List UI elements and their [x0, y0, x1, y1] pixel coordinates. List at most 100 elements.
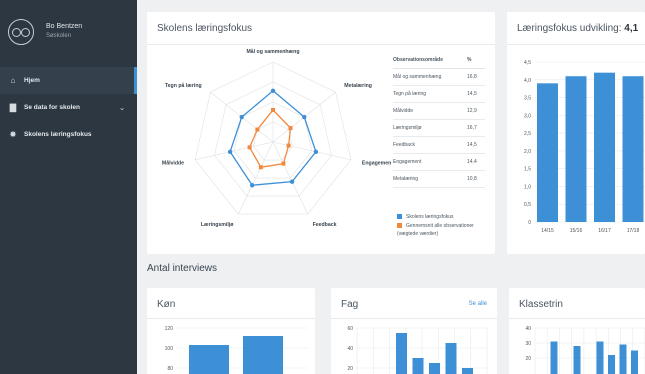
y-tick-label: 20 [525, 356, 531, 362]
table-row: Læringsmiljø 16,7 [393, 119, 485, 137]
nav-item-school-data[interactable]: ▇ Se data for skolen ⌄ [0, 94, 137, 121]
radar-point [255, 127, 260, 132]
table-cell: 10,8 [467, 170, 485, 188]
radar-chart: Mål og sammenhæng Metalæring Engagement Fee… [162, 48, 391, 228]
home-icon: ⌂ [10, 76, 16, 85]
legend-label: Gennemsnit alle observationer [406, 222, 474, 229]
bar [596, 341, 604, 374]
radar-axis-label: Engagement [362, 160, 391, 166]
bar [565, 76, 587, 222]
x-tick-label: 14/15 [541, 228, 554, 234]
see-all-link[interactable]: Se alle [469, 301, 487, 307]
nav-item-label: Skolens læringsfokus [24, 131, 92, 138]
table-cell: 14,5 [467, 85, 485, 103]
table-row: Feedback 14,5 [393, 136, 485, 154]
x-tick-label: 17/18 [627, 228, 640, 234]
table-cell: 16,7 [467, 119, 485, 137]
development-value: 4,1 [624, 23, 639, 34]
bar [243, 336, 283, 374]
y-tick-label: 60 [347, 326, 353, 332]
y-tick-label: 0,5 [524, 202, 531, 208]
y-tick-label: 2,5 [524, 131, 531, 137]
profile[interactable]: Bo Bentzen Søskolen [0, 0, 137, 52]
radar-point [281, 161, 286, 166]
table-row: Tegn på læring 14,5 [393, 85, 485, 103]
table-row: Metalæring 10,8 [393, 170, 485, 188]
chevron-down-icon: ⌄ [119, 104, 125, 112]
legend-swatch [397, 223, 402, 228]
grade-card-title: Klassetrin [519, 299, 563, 310]
bar [412, 358, 424, 374]
table-row: Mål og sammenhæng 16,8 [393, 68, 485, 86]
y-tick-label: 2,0 [524, 149, 531, 155]
nav-item-home[interactable]: ⌂ Hjem [0, 67, 137, 94]
legend-swatch [397, 214, 402, 219]
radar-point [286, 143, 291, 148]
gender-card: Køn 80 100 120 [147, 288, 315, 374]
compass-icon: ✵ [9, 130, 17, 139]
bar [619, 344, 627, 374]
table-row: Målvidde 12,9 [393, 102, 485, 120]
radar-point [313, 149, 319, 154]
bar-chart-icon: ▇ [9, 103, 17, 112]
bar [396, 333, 407, 374]
table-cell: 14,5 [467, 136, 485, 154]
table-cell: Målvidde [393, 102, 467, 120]
y-tick-label: 20 [347, 366, 353, 372]
y-tick-label: 100 [165, 346, 174, 352]
bar [573, 346, 581, 374]
y-tick-label: 0 [528, 220, 531, 226]
section-title: Antal interviews [147, 263, 218, 274]
table-cell: Metalæring [393, 170, 467, 188]
radar-point [227, 149, 233, 154]
bar [631, 350, 638, 374]
radar-axis-label: Mål og sammenhæng [246, 48, 299, 55]
radar-axis-label: Metalæring [344, 83, 372, 89]
bar [462, 368, 473, 374]
gender-card-title: Køn [157, 299, 176, 310]
table-cell: Engagement [393, 153, 467, 171]
radar-point [249, 183, 255, 188]
radar-point [302, 114, 307, 120]
x-tick-label: 15/16 [570, 228, 583, 234]
bar [189, 345, 229, 374]
y-tick-label: 30 [525, 341, 531, 347]
sidebar-nav: ⌂ Hjem ▇ Se data for skolen ⌄ ✵ Skolens … [0, 67, 137, 148]
grade-card: Klassetrin 20 30 40 [509, 288, 645, 374]
table-header: % [467, 52, 485, 69]
subject-bar-chart: 20 40 60 [347, 326, 488, 374]
nav-item-learning-focus[interactable]: ✵ Skolens læringsfokus [0, 121, 137, 148]
radar-axis-label: Tegn på læring [165, 82, 202, 89]
y-tick-label: 3,0 [524, 113, 531, 119]
profile-school: Søskolen [46, 33, 72, 39]
table-cell: Feedback [393, 136, 467, 154]
sidebar: Bo Bentzen Søskolen ⌂ Hjem ▇ Se data for… [0, 0, 137, 374]
x-tick-label: 16/17 [598, 228, 611, 234]
table-cell: Mål og sammenhæng [393, 68, 467, 86]
radar-point [239, 114, 244, 120]
table-cell: Læringsmiljø [393, 119, 467, 137]
table-cell: 12,9 [467, 102, 485, 120]
radar-axis-label: Læringsmiljø [201, 222, 234, 228]
radar-point [289, 179, 295, 184]
focus-card: Skolens læringsfokus Mål og sammenhæng Me… [147, 12, 495, 254]
y-tick-label: 4,0 [524, 78, 531, 84]
y-tick-label: 40 [347, 346, 353, 352]
radar-legend: Skolens læringsfokus Gennemsnit alle obs… [397, 212, 474, 237]
y-tick-label: 1,5 [524, 167, 531, 173]
bar [429, 363, 440, 374]
table-row: Engagement 14,4 [393, 153, 485, 171]
legend-note: (vægtede værdier) [397, 231, 439, 237]
bar [594, 72, 615, 223]
table-cell: 14,4 [467, 153, 485, 171]
nav-item-label: Hjem [24, 77, 40, 84]
radar-axis-label: Feedback [313, 222, 337, 228]
legend-label: Skolens læringsfokus [406, 213, 454, 220]
y-tick-label: 80 [167, 366, 173, 372]
radar-point [271, 108, 275, 112]
nav-item-label: Se data for skolen [24, 104, 80, 111]
y-tick-label: 4,5 [524, 60, 531, 66]
radar-point [270, 88, 276, 93]
development-bar-chart: 0 0,5 1,0 1,5 2,0 2,5 3,0 3,5 4,0 4,5 14/15 15/16 16… [524, 60, 645, 234]
radar-axis-label: Målvidde [162, 159, 184, 166]
